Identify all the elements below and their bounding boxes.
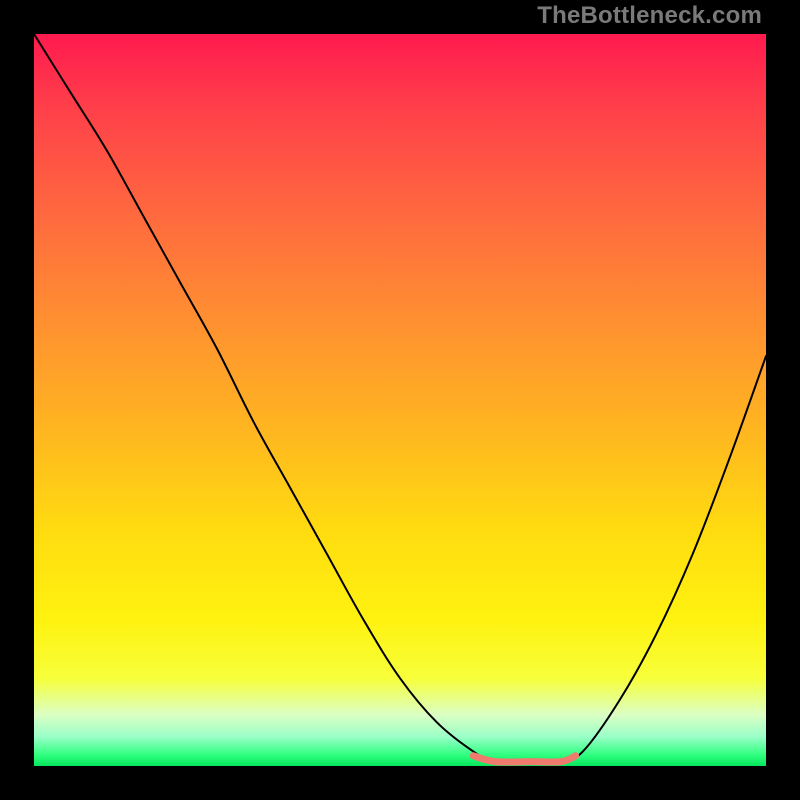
watermark-text: TheBottleneck.com — [537, 2, 762, 30]
chart-frame: TheBottleneck.com — [0, 0, 800, 800]
chart-svg — [34, 34, 766, 766]
optimal-zone-path — [473, 756, 575, 762]
bottleneck-curve-path — [34, 34, 766, 762]
plot-area — [34, 34, 766, 766]
